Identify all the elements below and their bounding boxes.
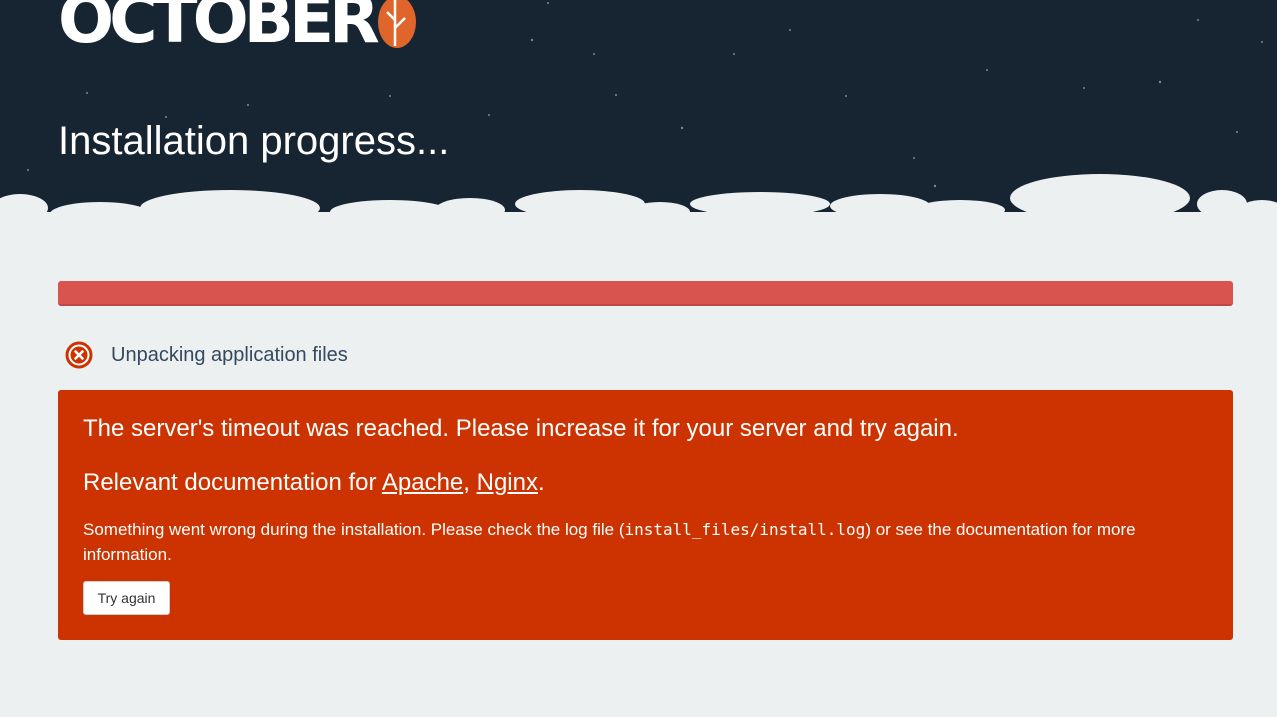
error-title: The server's timeout was reached. Please…: [83, 415, 959, 442]
error-message: Something went wrong during the installa…: [83, 517, 1193, 567]
install-step-unpacking: Unpacking application files: [64, 340, 348, 370]
apache-docs-link[interactable]: Apache: [382, 469, 463, 496]
october-logo: OCTOBER: [58, 0, 419, 56]
leaf-icon: [377, 0, 416, 48]
progress-fill: [58, 281, 1233, 306]
error-message-text: Something went wrong during the installa…: [83, 520, 625, 539]
page-header: OCTOBER Installation progress...: [0, 0, 1277, 230]
clouds-decoration: [0, 174, 1277, 230]
nginx-docs-link[interactable]: Nginx: [477, 469, 538, 496]
error-alert: The server's timeout was reached. Please…: [58, 390, 1233, 640]
error-docs-line: Relevant documentation for Apache, Nginx…: [83, 468, 545, 498]
docs-separator: ,: [463, 469, 477, 496]
try-again-button[interactable]: Try again: [83, 581, 170, 615]
installation-progress-bar: [58, 281, 1233, 306]
error-circle-x-icon: [65, 341, 93, 369]
page-title: Installation progress...: [58, 119, 450, 163]
docs-prefix: Relevant documentation for: [83, 469, 382, 496]
log-file-path: install_files/install.log: [624, 520, 866, 539]
step-label: Unpacking application files: [111, 343, 348, 366]
logo-text: OCTOBER: [58, 0, 380, 58]
docs-suffix: .: [537, 469, 545, 496]
